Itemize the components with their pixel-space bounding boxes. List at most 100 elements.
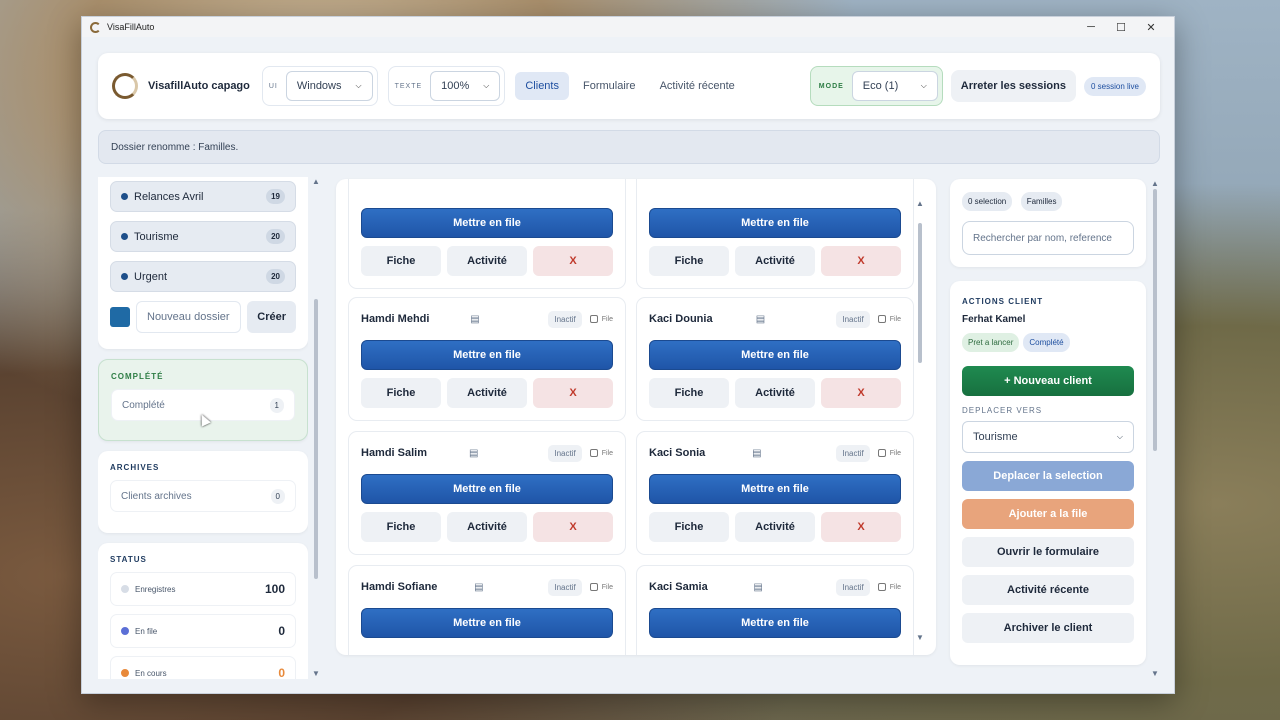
- client-card: Hamdi Sofiane ▤ Inactif File Mettre en file: [348, 565, 626, 655]
- inactive-badge: Inactif: [548, 444, 582, 462]
- status-row: En file 0: [110, 614, 296, 648]
- client-card: Kaci Sonia ▤ Inactif File Mettre en file Fi…: [636, 431, 914, 555]
- activity-button[interactable]: Activité: [447, 378, 527, 408]
- activity-button[interactable]: Activité: [735, 378, 815, 408]
- mode-group: MODE Eco (1) ⌵: [809, 66, 943, 106]
- tab-clients[interactable]: Clients: [515, 72, 569, 100]
- client-name: Hamdi Sofiane: [361, 581, 438, 593]
- new-client-button[interactable]: + Nouveau client: [962, 366, 1134, 396]
- file-checkbox[interactable]: [589, 449, 598, 457]
- archive-client-button[interactable]: Archiver le client: [962, 613, 1134, 643]
- minimize-icon[interactable]: ─: [1076, 21, 1106, 34]
- mode-select[interactable]: Eco (1) ⌵: [851, 71, 938, 101]
- queue-button[interactable]: Mettre en file: [649, 608, 901, 638]
- archives-item[interactable]: Clients archives 0: [110, 480, 296, 512]
- inactive-badge: Inactif: [836, 578, 870, 596]
- queue-button[interactable]: Mettre en file: [361, 340, 613, 370]
- scroll-down-icon[interactable]: ▼: [312, 669, 320, 678]
- maximize-icon[interactable]: ☐: [1106, 21, 1136, 34]
- stop-sessions-button[interactable]: Arreter les sessions: [950, 70, 1076, 102]
- chevron-down-icon: ⌵: [1116, 432, 1123, 441]
- tab-formulaire[interactable]: Formulaire: [573, 72, 646, 100]
- fiche-button[interactable]: Fiche: [649, 246, 729, 276]
- scroll-up-icon[interactable]: ▲: [1151, 179, 1159, 188]
- client-card: Kaci Dounia ▤ Inactif File Mettre en file F…: [636, 297, 914, 421]
- close-icon[interactable]: ✕: [1136, 21, 1166, 34]
- search-input[interactable]: Rechercher par nom, reference: [962, 221, 1134, 255]
- chevron-down-icon: ⌵: [483, 81, 490, 90]
- folder-item[interactable]: Urgent 20: [110, 261, 296, 292]
- remove-button[interactable]: X: [821, 512, 901, 542]
- client-name: Hamdi Salim: [361, 447, 428, 459]
- move-to-select[interactable]: Tourisme ⌵: [962, 421, 1134, 453]
- queue-button[interactable]: Mettre en file: [361, 608, 613, 638]
- queue-button[interactable]: Mettre en file: [361, 208, 613, 238]
- complete-count: 1: [269, 397, 284, 413]
- status-dot-icon: [121, 585, 129, 593]
- remove-button[interactable]: X: [821, 246, 901, 276]
- add-to-queue-button[interactable]: Ajouter a la file: [962, 499, 1134, 529]
- remove-button[interactable]: X: [533, 512, 613, 542]
- recent-activity-button[interactable]: Activité récente: [962, 575, 1134, 605]
- move-to-title: DEPLACER VERS: [962, 406, 1043, 415]
- id-card-icon: ▤: [755, 313, 766, 325]
- scroll-down-icon[interactable]: ▼: [916, 633, 924, 642]
- fiche-button[interactable]: Fiche: [649, 378, 729, 408]
- queue-button[interactable]: Mettre en file: [649, 208, 901, 238]
- file-label: File: [889, 315, 901, 323]
- fiche-button[interactable]: Fiche: [361, 512, 441, 542]
- move-selection-button[interactable]: Deplacer la selection: [962, 461, 1134, 491]
- activity-button[interactable]: Activité: [447, 246, 527, 276]
- tab-activite-recente[interactable]: Activité récente: [650, 72, 745, 100]
- queue-button[interactable]: Mettre en file: [649, 340, 901, 370]
- activity-button[interactable]: Activité: [447, 512, 527, 542]
- right-scrollbar-thumb[interactable]: [1153, 189, 1157, 451]
- new-folder-input[interactable]: Nouveau dossier: [136, 301, 242, 333]
- folder-count: 20: [266, 269, 285, 284]
- queue-button[interactable]: Mettre en file: [361, 474, 613, 504]
- file-checkbox[interactable]: [877, 583, 886, 591]
- folder-label: Urgent: [134, 270, 168, 283]
- file-label: File: [601, 315, 613, 323]
- folder-item[interactable]: Relances Avril 19: [110, 181, 296, 212]
- fiche-button[interactable]: Fiche: [361, 378, 441, 408]
- fiche-button[interactable]: Fiche: [649, 512, 729, 542]
- queue-button[interactable]: Mettre en file: [649, 474, 901, 504]
- complete-section: COMPLÉTÉ Complété 1: [98, 359, 308, 441]
- open-form-button[interactable]: Ouvrir le formulaire: [962, 537, 1134, 567]
- remove-button[interactable]: X: [533, 246, 613, 276]
- scroll-up-icon[interactable]: ▲: [312, 177, 320, 186]
- activity-button[interactable]: Activité: [735, 246, 815, 276]
- text-size-label: TEXTE: [394, 82, 423, 90]
- ready-tag: Pret a lancer: [962, 333, 1020, 352]
- scroll-down-icon[interactable]: ▼: [1151, 669, 1159, 678]
- scroll-up-icon[interactable]: ▲: [916, 199, 924, 208]
- chevron-down-icon: ⌵: [355, 81, 362, 90]
- title-bar: VisaFillAuto ─ ☐ ✕: [82, 17, 1174, 37]
- left-scrollbar-thumb[interactable]: [314, 299, 318, 579]
- file-checkbox[interactable]: [589, 315, 598, 323]
- folder-dot-icon: [121, 273, 128, 280]
- status-value: 100: [264, 582, 285, 596]
- create-folder-button[interactable]: Créer: [247, 301, 296, 333]
- file-checkbox[interactable]: [877, 315, 886, 323]
- activity-button[interactable]: Activité: [735, 512, 815, 542]
- center-scrollbar-thumb[interactable]: [918, 223, 922, 363]
- ui-select[interactable]: Windows ⌵: [285, 71, 373, 101]
- text-size-select[interactable]: 100% ⌵: [430, 71, 501, 101]
- status-value: 0: [278, 666, 285, 679]
- mode-value: Eco (1): [862, 80, 899, 92]
- folder-item[interactable]: Tourisme 20: [110, 221, 296, 252]
- folder-color-picker[interactable]: [110, 307, 130, 327]
- selected-client-name: Ferhat Kamel: [962, 314, 1026, 325]
- client-name: Kaci Dounia: [649, 313, 713, 325]
- remove-button[interactable]: X: [533, 378, 613, 408]
- file-checkbox[interactable]: [877, 449, 886, 457]
- id-card-icon: ▤: [753, 581, 763, 593]
- id-card-icon: ▤: [752, 447, 762, 459]
- fiche-button[interactable]: Fiche: [361, 246, 441, 276]
- client-name: Hamdi Mehdi: [361, 313, 430, 325]
- file-checkbox[interactable]: [589, 583, 598, 591]
- remove-button[interactable]: X: [821, 378, 901, 408]
- inactive-badge: Inactif: [548, 310, 582, 328]
